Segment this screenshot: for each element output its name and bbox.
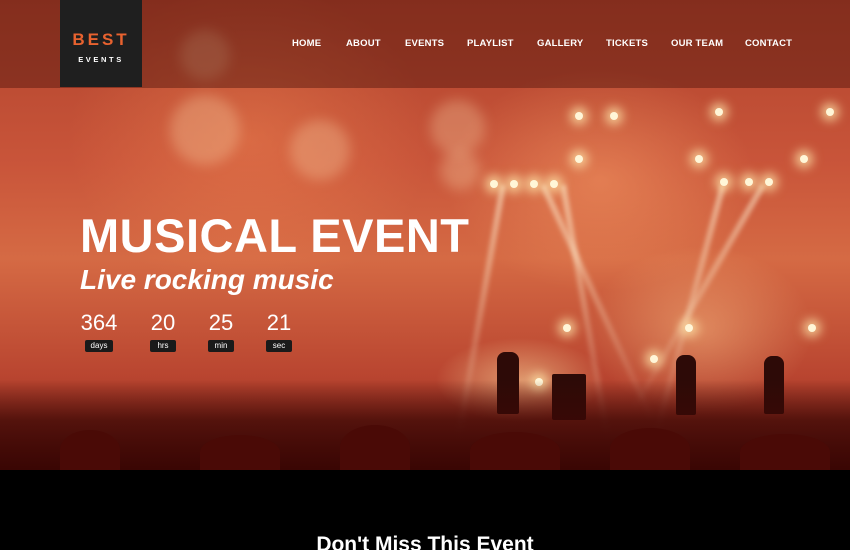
- nav-contact[interactable]: CONTACT: [745, 38, 792, 49]
- crowd-head: [60, 430, 120, 470]
- stage-lamp: [685, 324, 693, 332]
- stage-lamp: [550, 180, 558, 188]
- stage-lamp: [720, 178, 728, 186]
- stage-lamp: [650, 355, 658, 363]
- stage-lamp: [826, 108, 834, 116]
- stage-lamp: [610, 112, 618, 120]
- hero-subtitle: Live rocking music: [80, 264, 334, 295]
- stage-lamp: [530, 180, 538, 188]
- crowd-silhouette: [0, 380, 850, 470]
- countdown-minutes: 25 min: [207, 311, 235, 353]
- hero-banner: BEST EVENTS HOME ABOUT EVENTS PLAYLIST G…: [0, 0, 850, 470]
- stage-lamp: [490, 180, 498, 188]
- stage-lamp: [563, 324, 571, 332]
- nav-about[interactable]: ABOUT: [346, 38, 381, 49]
- event-section: Don't Miss This Event: [0, 470, 850, 550]
- countdown-days-value: 364: [80, 310, 118, 335]
- stage-lamp: [510, 180, 518, 188]
- countdown-days-label: days: [84, 340, 114, 352]
- countdown-minutes-label: min: [208, 340, 234, 352]
- crowd-head: [340, 425, 410, 470]
- countdown-minutes-value: 25: [208, 310, 234, 335]
- nav-our-team[interactable]: OUR TEAM: [671, 38, 723, 49]
- stage-lamp: [695, 155, 703, 163]
- bokeh-light: [440, 150, 480, 190]
- bokeh-light: [430, 100, 485, 155]
- countdown-seconds: 21 sec: [265, 311, 293, 353]
- stage-lamp: [745, 178, 753, 186]
- stage-lamp: [765, 178, 773, 186]
- section-title: Don't Miss This Event: [316, 533, 534, 550]
- countdown-hours-label: hrs: [150, 340, 176, 352]
- stage-lamp: [575, 155, 583, 163]
- hero-title: MUSICAL EVENT: [80, 209, 470, 262]
- logo-text-events: EVENTS: [78, 55, 124, 64]
- countdown-seconds-label: sec: [266, 340, 292, 352]
- crowd-head: [200, 435, 280, 470]
- nav-events[interactable]: EVENTS: [405, 38, 444, 49]
- countdown-days: 364 days: [79, 311, 119, 353]
- stage-lamp: [808, 324, 816, 332]
- countdown-seconds-value: 21: [266, 310, 292, 335]
- nav-home[interactable]: HOME: [292, 38, 321, 49]
- light-beam: [630, 183, 766, 412]
- bokeh-light: [290, 120, 350, 180]
- stage-lamp: [800, 155, 808, 163]
- stage-lamp: [575, 112, 583, 120]
- crowd-head: [470, 432, 560, 470]
- main-nav: HOME ABOUT EVENTS PLAYLIST GALLERY TICKE…: [0, 38, 850, 52]
- nav-gallery[interactable]: GALLERY: [537, 38, 583, 49]
- nav-tickets[interactable]: TICKETS: [606, 38, 648, 49]
- crowd-head: [740, 434, 830, 470]
- countdown-hours-value: 20: [150, 310, 176, 335]
- stage-lamp: [715, 108, 723, 116]
- countdown-hours: 20 hrs: [149, 311, 177, 353]
- crowd-head: [610, 428, 690, 470]
- nav-playlist[interactable]: PLAYLIST: [467, 38, 514, 49]
- bokeh-light: [170, 95, 240, 165]
